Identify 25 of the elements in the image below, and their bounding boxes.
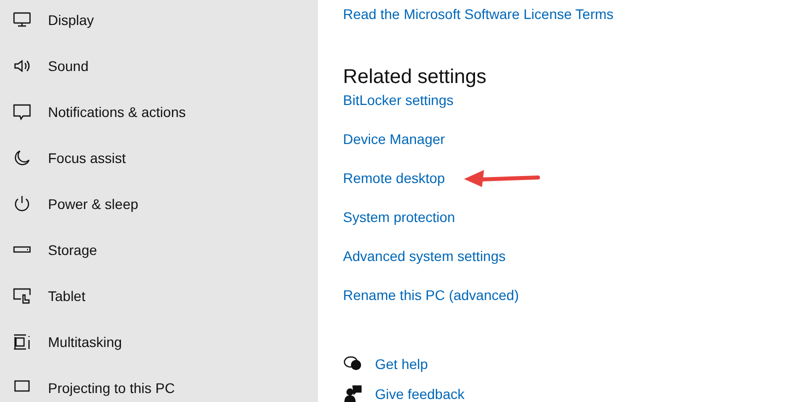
multitasking-icon: [12, 332, 32, 352]
sidebar-item[interactable]: Multitasking: [48, 332, 122, 352]
sidebar-item[interactable]: Display: [48, 10, 94, 30]
settings-link[interactable]: System protection: [343, 206, 456, 228]
sidebar-item[interactable]: Storage: [48, 240, 98, 260]
settings-link[interactable]: Advanced system settings: [343, 246, 506, 266]
sidebar-item[interactable]: Projecting to this PC: [48, 378, 175, 398]
settings-link[interactable]: Give feedback: [375, 384, 464, 402]
sidebar-item[interactable]: Focus assist: [48, 148, 126, 168]
moon-icon: [12, 148, 32, 168]
sidebar-item[interactable]: Notifications & actions: [48, 102, 186, 122]
feedback-icon: [343, 384, 363, 402]
settings-link[interactable]: Get help: [375, 354, 428, 374]
sidebar-item[interactable]: Sound: [48, 56, 88, 76]
section-heading: Related settings: [343, 65, 488, 88]
sidebar-item[interactable]: Power & sleep: [48, 194, 138, 214]
settings-link[interactable]: Rename this PC (advanced): [343, 284, 519, 306]
sidebar-item[interactable]: Tablet: [48, 286, 86, 306]
settings-link[interactable]: Device Manager: [343, 128, 445, 150]
tablet-icon: [12, 286, 32, 306]
settings-link[interactable]: Remote desktop: [343, 168, 445, 188]
settings-link[interactable]: BitLocker settings: [343, 90, 454, 110]
speech-bubble-icon: [12, 102, 32, 122]
power-icon: [12, 194, 32, 214]
settings-link[interactable]: Read the Microsoft Software License Terms: [343, 4, 614, 22]
